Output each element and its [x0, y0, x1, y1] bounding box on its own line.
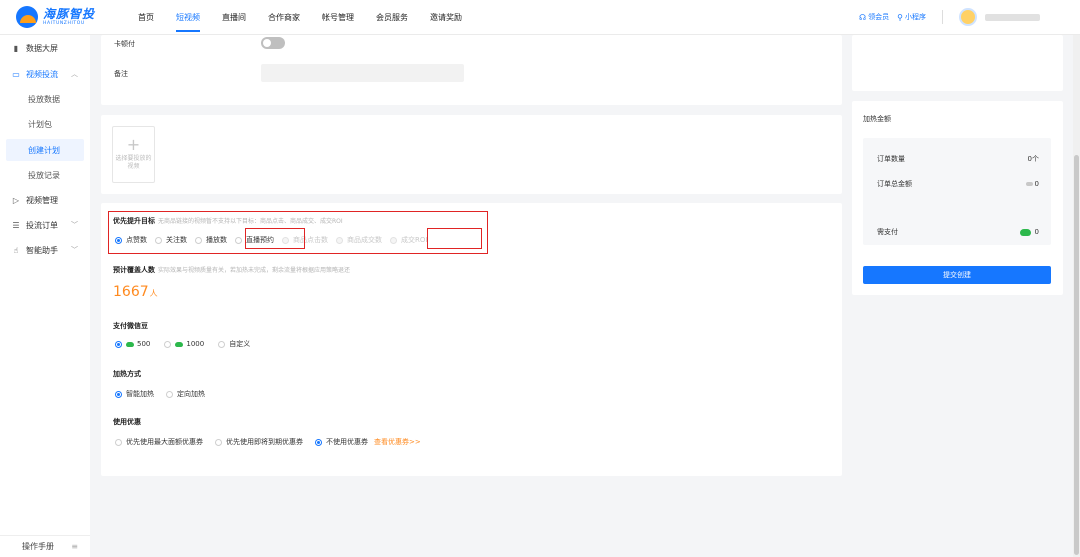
mini-program-link[interactable]: ⚲ 小程序	[897, 12, 926, 22]
username-redacted[interactable]	[985, 13, 1040, 21]
brand-name-en: HAITUNZHITOU	[43, 20, 85, 26]
divider	[942, 10, 943, 24]
view-coupons-link[interactable]: 查看优惠券>>	[374, 437, 421, 447]
nav-account-manage[interactable]: 帐号管理	[322, 12, 354, 32]
chevron-up-icon: ︿	[71, 70, 78, 78]
sidebar-item-smart-assistant[interactable]: ☝ 智能助手 ﹀	[0, 239, 90, 261]
select-video-button[interactable]: + 选择要投放的视频	[112, 126, 155, 183]
scrollbar-thumb[interactable]	[1074, 155, 1079, 555]
order-total-row: 订单总金额 0	[877, 180, 1039, 188]
sidebar-sub-plan-package[interactable]: 计划包	[6, 113, 84, 135]
heat-option-targeted[interactable]: 定向加热	[166, 389, 205, 399]
plus-icon: +	[126, 135, 141, 154]
avatar[interactable]	[959, 8, 977, 26]
need-pay-row: 需支付 0	[877, 228, 1039, 236]
headset-icon: ☊	[859, 12, 867, 22]
sidebar-item-video-manage[interactable]: ▷ 视频管理	[0, 189, 90, 211]
order-list-icon: ☰	[12, 220, 20, 230]
nav-home[interactable]: 首页	[138, 12, 154, 32]
brand-logo[interactable]: 海豚智投 HAITUNZHITOU	[16, 6, 95, 28]
sidebar-item-video-ads[interactable]: ▭ 视频投流 ︿	[0, 63, 90, 85]
sidebar-sub-create-plan[interactable]: 创建计划	[6, 139, 84, 161]
nav-short-video[interactable]: 短视频	[176, 12, 200, 32]
video-select-card: + 选择要投放的视频	[101, 115, 842, 194]
form-card-top: 卡顿付 备注	[101, 35, 842, 105]
nav-membership[interactable]: 会员服务	[376, 12, 408, 32]
heat-mode-options: 智能加热 定向加热	[115, 389, 213, 399]
wechat-bean-icon	[126, 341, 134, 347]
beans-option-custom[interactable]: 自定义	[218, 339, 250, 349]
coupon-options: 优先使用最大面额优惠券 优先使用即将到期优惠券 不使用优惠券 查看优惠券>>	[115, 437, 421, 447]
page-scrollbar[interactable]	[1073, 35, 1080, 557]
sidebar-item-ad-orders[interactable]: ☰ 投流订单 ﹀	[0, 214, 90, 236]
note-label: 备注	[114, 70, 128, 78]
estimate-value: 1667人	[113, 284, 158, 300]
pay-beans-options: 500 1000 自定义	[115, 339, 258, 349]
sidebar: ▮ 数据大屏 ▭ 视频投流 ︿ 投放数据 计划包 创建计划 投放记录 ▷ 视频管…	[0, 35, 90, 557]
thumb-up-icon: ☝	[13, 245, 19, 255]
coupon-option-expiring[interactable]: 优先使用即将到期优惠券	[215, 437, 303, 447]
sidebar-manual[interactable]: 操作手册 ≡	[0, 535, 90, 557]
sidebar-item-dashboard[interactable]: ▮ 数据大屏	[0, 37, 90, 59]
beans-option-1000[interactable]: 1000	[164, 340, 204, 348]
order-count-value: 0个	[1027, 155, 1039, 163]
heat-option-smart[interactable]: 智能加热	[115, 389, 154, 399]
right-top-card	[852, 35, 1063, 91]
chevron-down-icon: ﹀	[71, 246, 78, 254]
estimate-hint: 实际效果与视频质量有关，若加热未完成，剩余流量将根据应用策略退还	[158, 267, 351, 274]
summary-title: 加热金额	[863, 115, 891, 123]
heat-mode-title: 加热方式	[113, 370, 141, 378]
order-count-row: 订单数量 0个	[877, 155, 1039, 163]
main-nav: 首页 短视频 直播间 合作商家 帐号管理 会员服务 邀请奖励	[138, 12, 484, 32]
tv-icon: ▭	[12, 69, 20, 79]
sidebar-sub-ad-data[interactable]: 投放数据	[6, 88, 84, 110]
bar-chart-icon: ▮	[13, 43, 19, 53]
wechat-bean-icon	[1025, 182, 1033, 186]
link-icon: ⚲	[897, 12, 903, 22]
pay-beans-title: 支付微信豆	[113, 322, 148, 330]
beans-option-500[interactable]: 500	[115, 340, 150, 348]
play-circle-icon: ▷	[12, 195, 20, 205]
submit-create-button[interactable]: 提交创建	[863, 266, 1051, 284]
coupon-option-largest[interactable]: 优先使用最大面额优惠券	[115, 437, 203, 447]
annotation-box-live-reservation	[245, 228, 305, 249]
coupon-title: 使用优惠	[113, 418, 141, 426]
card-pay-label: 卡顿付	[114, 40, 135, 48]
get-membership-link[interactable]: ☊ 领会员	[859, 12, 889, 22]
nav-partners[interactable]: 合作商家	[268, 12, 300, 32]
top-navigation-bar: 海豚智投 HAITUNZHITOU 首页 短视频 直播间 合作商家 帐号管理 会…	[0, 0, 1080, 35]
brand-name: 海豚智投	[43, 6, 96, 21]
chevron-down-icon: ﹀	[71, 221, 78, 229]
wechat-bean-icon	[1019, 228, 1031, 236]
wechat-bean-icon	[175, 341, 184, 347]
sidebar-sub-ad-records[interactable]: 投放记录	[6, 164, 84, 186]
nav-invite-rewards[interactable]: 邀请奖励	[430, 12, 462, 32]
menu-icon: ≡	[71, 542, 78, 551]
note-input[interactable]	[261, 64, 464, 82]
summary-card: 加热金额 订单数量 0个 订单总金额 0 需支付 0 提交创建	[852, 101, 1063, 295]
nav-live-room[interactable]: 直播间	[222, 12, 246, 32]
estimate-title: 预计覆盖人数 实际效果与视频质量有关，若加热未完成，剩余流量将根据应用策略退还	[113, 266, 351, 274]
order-total-value: 0	[1034, 180, 1039, 188]
annotation-box-deal-roi	[427, 228, 482, 249]
summary-details: 订单数量 0个 订单总金额 0 需支付 0	[863, 138, 1051, 245]
need-pay-value: 0	[1034, 228, 1039, 236]
coupon-option-none[interactable]: 不使用优惠券	[315, 437, 368, 447]
settings-card: 优先提升目标 无商品链接的视频暂不支持以下目标：商品点击、商品成交、成交ROI 点…	[101, 203, 842, 476]
card-pay-toggle[interactable]	[261, 37, 285, 49]
dolphin-logo-icon	[16, 6, 38, 28]
